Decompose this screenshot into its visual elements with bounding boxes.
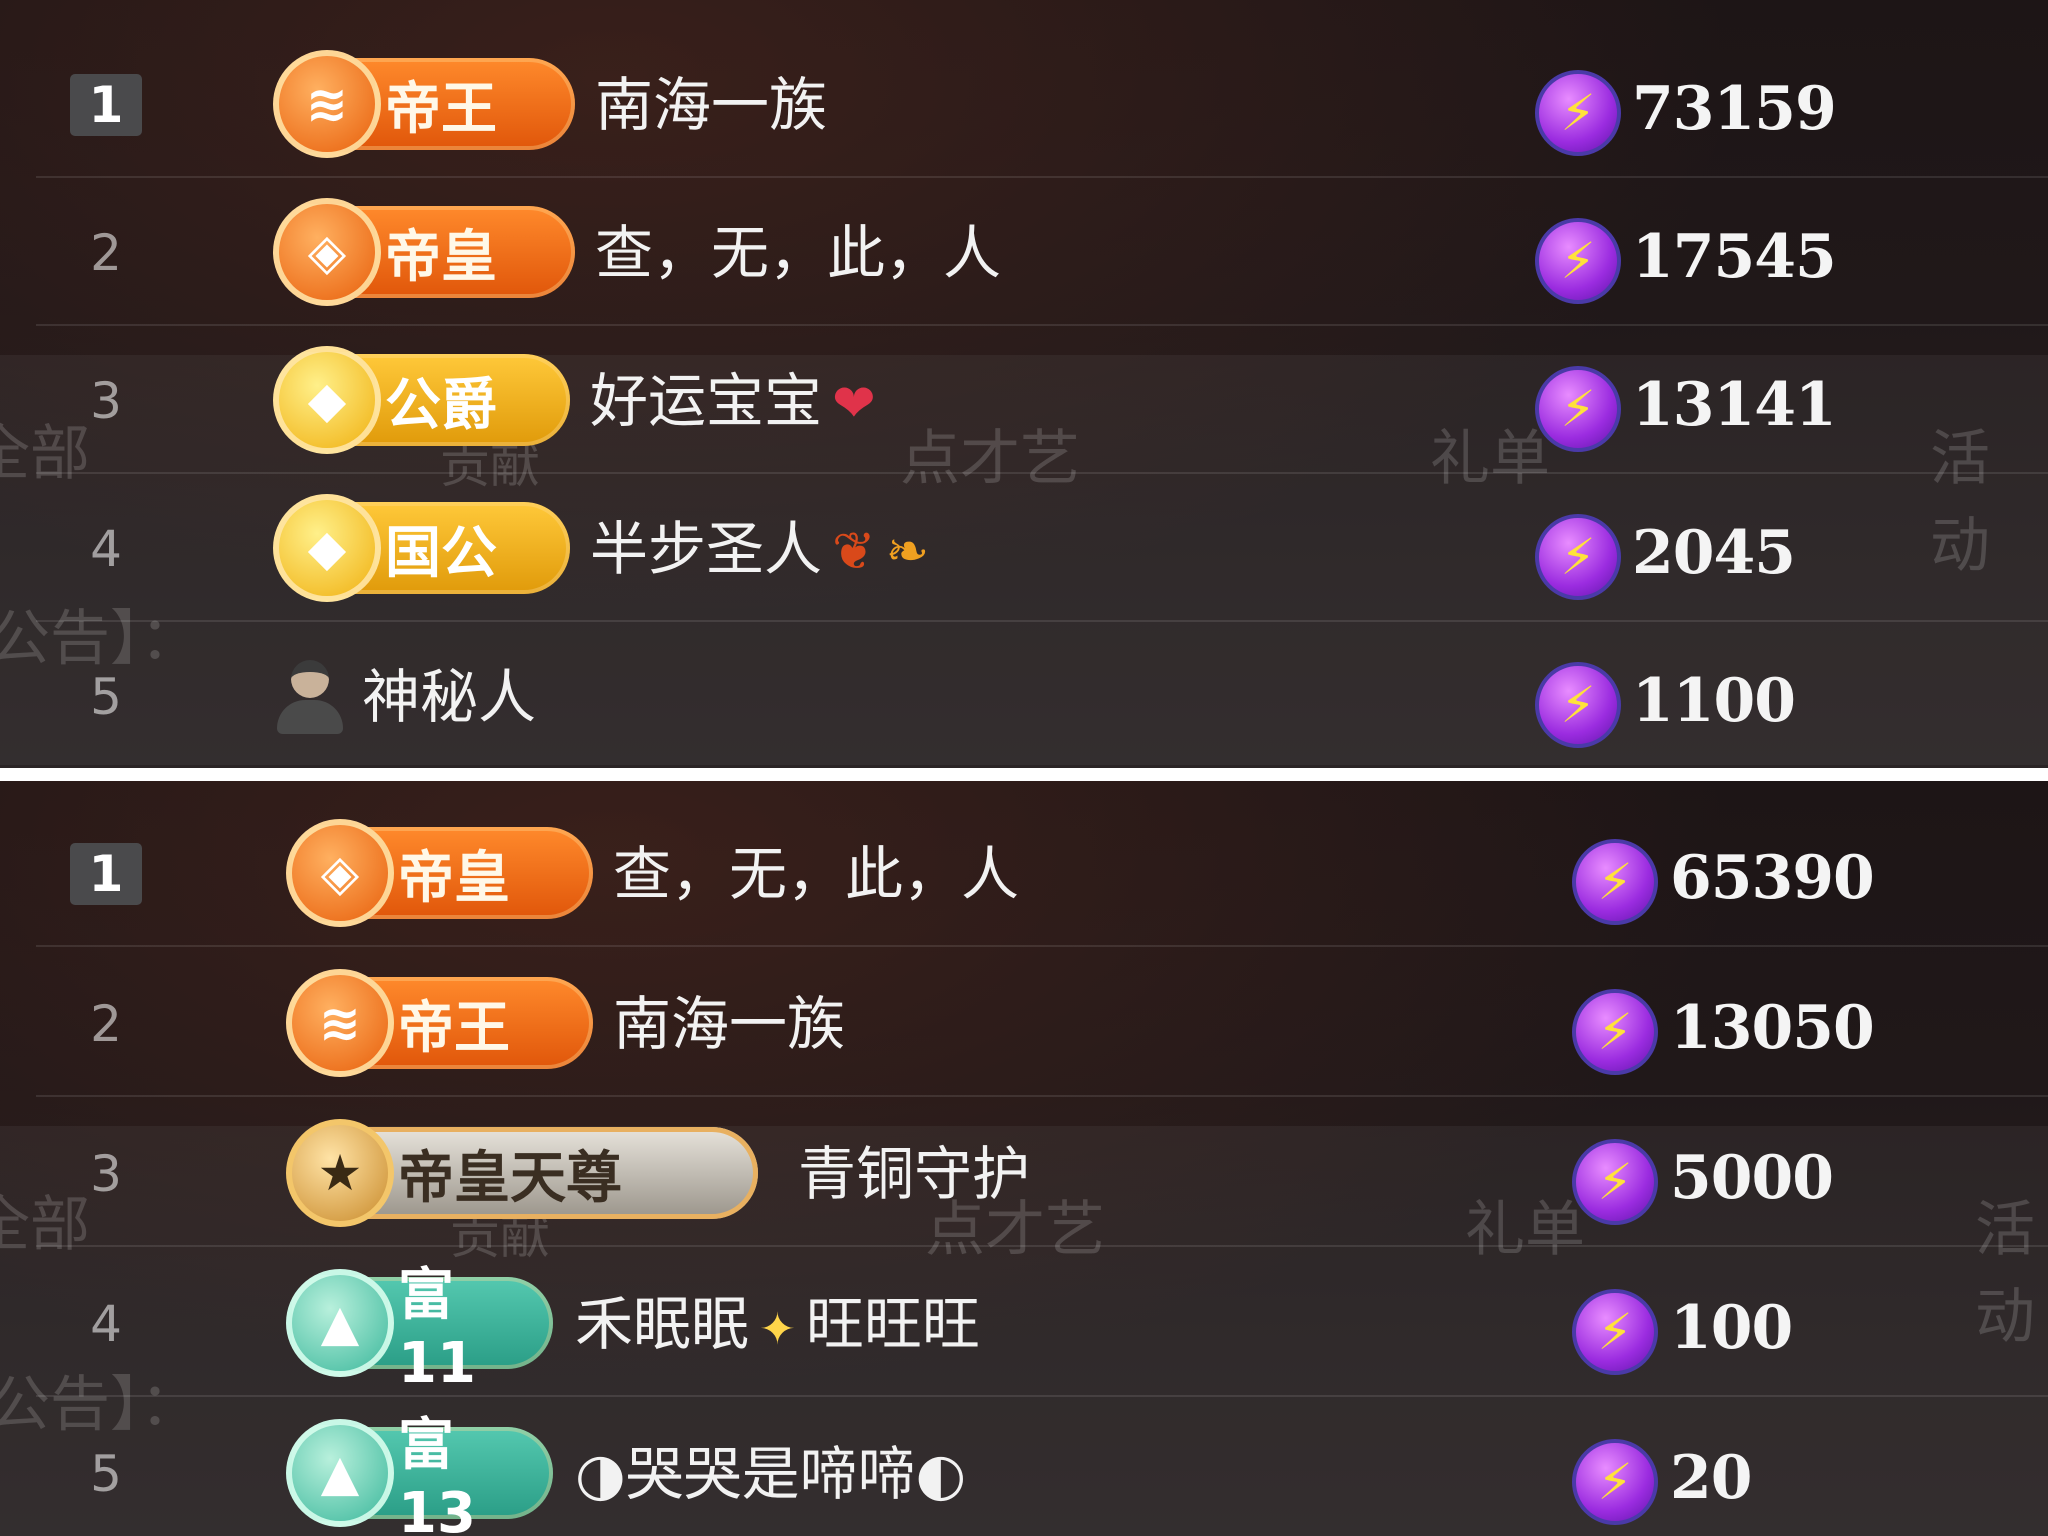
lightning-coin-icon: ⚡ [1535, 514, 1621, 600]
contribution-score: 13050 [1670, 993, 1875, 1063]
user-nickname[interactable]: 半步圣人 ❦ ❧ [590, 514, 929, 587]
rank-number: 1 [70, 843, 142, 905]
rank-number: 2 [90, 995, 122, 1053]
user-nickname-suffix: 旺旺旺 [805, 1290, 980, 1358]
rank-title-badge[interactable]: ▲ 富13 [286, 1413, 553, 1536]
badge-emblem-icon: ▲ [286, 1419, 394, 1527]
rank-number: 2 [90, 224, 122, 282]
ranking-panel-2: 全部 公告】： 点才艺 礼单 活动 贡献 1◈帝皇查，无，此，人⚡653902≋… [0, 781, 2048, 1536]
leaderboard-row[interactable]: 4 ▲ 富11 禾眠眠 ✦ 旺旺旺 ⚡ 100 [36, 1249, 2048, 1397]
lightning-coin-icon: ⚡ [1535, 662, 1621, 748]
ranking-panel-1: 全部 公告】： 点才艺 礼单 活动 贡献 1≋帝王南海一族⚡731592◈帝皇查… [0, 0, 2048, 768]
rank-number: 5 [90, 668, 122, 726]
rank-title-badge[interactable]: ◈ 帝皇 [286, 819, 593, 927]
leaderboard-row[interactable]: 1 ◈ 帝皇 查，无，此，人 ⚡ 65390 [36, 799, 2048, 947]
badge-label: 帝皇 [398, 845, 510, 911]
user-nickname-text: 查，无，此，人 [613, 840, 1020, 908]
badge-emblem-icon: ≋ [273, 50, 381, 158]
lightning-coin-icon: ⚡ [1535, 70, 1621, 156]
leaderboard-row[interactable]: 3 ◆ 公爵 好运宝宝 ❤ ⚡ 13141 [36, 326, 2048, 474]
user-nickname-text: 半步圣人 [590, 515, 823, 583]
user-nickname-text: 禾眠眠 [575, 1290, 750, 1358]
contribution-score: 13141 [1632, 370, 1837, 440]
leaderboard-row[interactable]: 5 神秘人 ⚡ 1100 [36, 622, 2048, 768]
user-nickname[interactable]: 南海一族 [613, 989, 845, 1059]
contribution-score: 5000 [1670, 1143, 1834, 1213]
user-nickname[interactable]: ◑哭哭是啼啼◐ [575, 1439, 966, 1509]
leaderboard-row[interactable]: 4 ◆ 国公 半步圣人 ❦ ❧ ⚡ 2045 [36, 474, 2048, 622]
rank-title-badge[interactable]: ≋ 帝王 [286, 969, 593, 1077]
badge-emblem-icon: ▲ [286, 1269, 394, 1377]
user-nickname-text: 查，无，此，人 [595, 219, 1002, 287]
rank-title-badge[interactable]: ≋ 帝王 [273, 50, 575, 158]
mystery-person-avatar-icon [274, 660, 346, 736]
contribution-score: 20 [1670, 1443, 1752, 1513]
lightning-coin-icon: ⚡ [1572, 1439, 1658, 1525]
badge-label: 帝王 [385, 76, 497, 142]
badge-label: 帝王 [398, 995, 510, 1061]
lightning-coin-icon: ⚡ [1572, 989, 1658, 1075]
panel-divider [0, 768, 2048, 781]
leaderboard-row[interactable]: 2 ◈ 帝皇 查，无，此，人 ⚡ 17545 [36, 178, 2048, 326]
contribution-score: 2045 [1632, 518, 1796, 588]
user-nickname-text: 好运宝宝 [590, 367, 823, 435]
rank-title-badge[interactable]: ◆ 公爵 [273, 346, 570, 454]
leaderboard-row[interactable]: 2 ≋ 帝王 南海一族 ⚡ 13050 [36, 949, 2048, 1097]
rank-number: 1 [70, 74, 142, 136]
rank-title-badge[interactable]: ◈ 帝皇 [273, 198, 575, 306]
maple-leaf-icon: ❦ [832, 522, 876, 582]
user-nickname-text: 神秘人 [362, 663, 537, 731]
badge-label: 富11 [398, 1263, 476, 1396]
sparkle-icon: ✦ [759, 1304, 796, 1355]
badge-label: 帝皇天尊 [398, 1145, 622, 1211]
leaderboard-row[interactable]: 5 ▲ 富13 ◑哭哭是啼啼◐ ⚡ 20 [36, 1399, 2048, 1536]
badge-emblem-icon: ≋ [286, 969, 394, 1077]
user-nickname-text: ◑哭哭是啼啼◐ [575, 1440, 967, 1508]
badge-emblem-icon: ◆ [273, 494, 381, 602]
leaderboard-row[interactable]: 3 ★ 帝皇天尊 青铜守护 ⚡ 5000 [36, 1099, 2048, 1247]
badge-emblem-icon: ◆ [273, 346, 381, 454]
contribution-score: 65390 [1670, 843, 1875, 913]
leaderboard-row[interactable]: 1 ≋ 帝王 南海一族 ⚡ 73159 [36, 30, 2048, 178]
rank-number: 5 [90, 1445, 122, 1503]
user-nickname[interactable]: 南海一族 [595, 70, 827, 140]
badge-label: 国公 [385, 520, 497, 586]
contribution-score: 100 [1670, 1293, 1793, 1363]
rank-number: 4 [90, 520, 122, 578]
lightning-coin-icon: ⚡ [1535, 218, 1621, 304]
rank-number: 4 [90, 1295, 122, 1353]
badge-label: 公爵 [385, 372, 497, 438]
lightning-coin-icon: ⚡ [1572, 839, 1658, 925]
lightning-coin-icon: ⚡ [1572, 1289, 1658, 1375]
user-nickname[interactable]: 青铜守护 [798, 1139, 1030, 1209]
contribution-score: 17545 [1632, 222, 1837, 292]
badge-emblem-icon: ◈ [273, 198, 381, 306]
user-nickname[interactable]: 查，无，此，人 [595, 218, 1001, 288]
badge-emblem-icon: ★ [286, 1119, 394, 1227]
rank-number: 3 [90, 1145, 122, 1203]
rank-number: 3 [90, 372, 122, 430]
user-nickname[interactable]: 好运宝宝 ❤ [590, 366, 876, 439]
heart-icon: ❤ [832, 374, 876, 434]
lightning-coin-icon: ⚡ [1572, 1139, 1658, 1225]
contribution-score: 73159 [1632, 74, 1837, 144]
user-nickname[interactable]: 查，无，此，人 [613, 839, 1019, 909]
user-nickname-text: 青铜守护 [798, 1140, 1031, 1208]
lightning-coin-icon: ⚡ [1535, 366, 1621, 452]
badge-label: 帝皇 [385, 224, 497, 290]
user-nickname[interactable]: 神秘人 [362, 662, 536, 732]
rank-title-badge[interactable]: ▲ 富11 [286, 1263, 553, 1396]
user-nickname[interactable]: 禾眠眠 ✦ 旺旺旺 [575, 1289, 980, 1365]
rank-title-badge[interactable]: ★ 帝皇天尊 [286, 1119, 758, 1227]
autumn-leaf-icon: ❧ [885, 522, 930, 582]
rank-title-badge[interactable]: ◆ 国公 [273, 494, 570, 602]
contribution-score: 1100 [1632, 666, 1796, 736]
user-nickname-text: 南海一族 [595, 71, 828, 139]
user-nickname-text: 南海一族 [613, 990, 846, 1058]
badge-label: 富13 [398, 1413, 476, 1536]
badge-emblem-icon: ◈ [286, 819, 394, 927]
